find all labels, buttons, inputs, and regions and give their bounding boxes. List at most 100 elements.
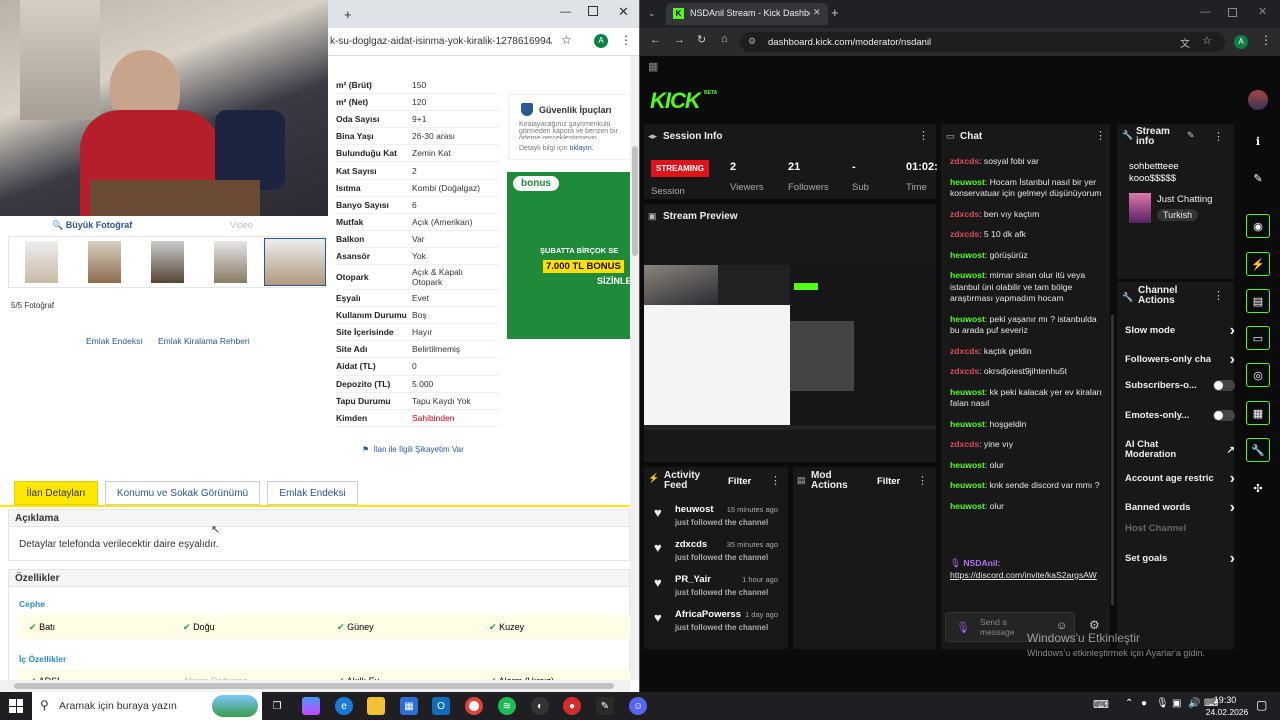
edge-icon[interactable]: e (335, 697, 353, 715)
maximize-icon[interactable] (588, 6, 598, 16)
copilot-icon[interactable] (302, 697, 320, 715)
close-icon[interactable]: ✕ (1258, 5, 1267, 18)
panel-menu-icon[interactable]: ⋮ (1095, 129, 1106, 142)
bolt-icon[interactable]: ⚡ (1246, 252, 1270, 276)
left-url-text[interactable]: k-su-doglgaz-aidat-isinma-yok-kiralik-12… (330, 36, 552, 47)
outlook-icon[interactable]: O (432, 697, 450, 715)
channel-action-row[interactable]: Banned words › (1125, 499, 1235, 517)
toggle-switch[interactable] (1213, 410, 1235, 421)
photo-thumbnail-selected[interactable] (264, 238, 326, 286)
mod-filter-button[interactable]: Filter (877, 476, 900, 487)
kick-logo[interactable]: KICK (650, 88, 701, 114)
file-explorer-icon[interactable] (367, 697, 385, 715)
chat-username[interactable]: zdxcds (950, 229, 979, 239)
menu-kebab-icon[interactable]: ⋮ (620, 33, 632, 47)
app-pen-icon[interactable]: ✎ (596, 697, 614, 715)
big-photo-link[interactable]: 🔍 Büyük Fotoğraf (52, 220, 132, 231)
taskbar-search-box[interactable]: ⚲ Aramak için buraya yazın (32, 692, 262, 720)
panel-menu-icon[interactable]: ⋮ (770, 474, 781, 487)
reload-icon[interactable]: ↻ (697, 33, 706, 46)
info-icon[interactable]: ℹ (1246, 129, 1270, 153)
bookmark-star-icon[interactable]: ☆ (561, 33, 572, 47)
channel-action-row[interactable]: Emotes-only... (1125, 410, 1235, 421)
bonus-ad-banner[interactable]: bonus ŞUBATTA BİRÇOK SE 7.000 TL BONUS S… (507, 172, 633, 339)
broadcast-icon[interactable]: ◎ (1246, 363, 1270, 387)
profile-avatar[interactable]: A (1234, 35, 1248, 49)
site-info-icon[interactable]: ⚙ (748, 36, 756, 47)
clock-time[interactable]: 19:30 (1212, 695, 1238, 705)
chat-username[interactable]: zdxcds (950, 439, 979, 449)
activity-username[interactable]: zdxcds (675, 539, 707, 550)
chat-username[interactable]: zdxcds (950, 156, 979, 166)
scrollbar-thumb[interactable] (632, 146, 638, 256)
layout-icon[interactable]: ▦ (1246, 401, 1270, 425)
mic-icon[interactable]: 🎙 (956, 621, 970, 634)
chat-username[interactable]: heuwost (950, 177, 985, 187)
mod-list-icon[interactable]: ▤ (1246, 289, 1270, 313)
horizontal-scrollbar[interactable] (0, 680, 630, 692)
channel-action-row[interactable]: Slow mode › (1125, 322, 1235, 340)
chat-settings-icon[interactable]: ⚙ (1089, 618, 1100, 632)
edit-icon[interactable]: ✎ (1187, 130, 1195, 141)
profile-avatar[interactable]: A (594, 34, 608, 48)
panel-menu-icon[interactable]: ⋮ (918, 129, 929, 142)
minimize-icon[interactable]: — (1200, 6, 1211, 18)
maximize-icon[interactable] (1228, 8, 1237, 17)
user-avatar[interactable] (1248, 90, 1268, 110)
windows-start-icon[interactable] (9, 699, 23, 713)
photo-thumbnail[interactable] (25, 241, 58, 283)
network-icon[interactable]: ▣ (1172, 698, 1181, 709)
activity-username[interactable]: PR_Yair (675, 574, 711, 585)
keyboard-icon[interactable]: ⌨ (1093, 698, 1109, 711)
channel-action-row[interactable]: AI Chat Moderation ↗ (1125, 440, 1235, 460)
video-link[interactable]: Video (230, 220, 253, 230)
panel-menu-icon[interactable]: ⋮ (1213, 289, 1224, 302)
bookmark-star-icon[interactable]: ☆ (1202, 34, 1212, 47)
activity-filter-button[interactable]: Filter (728, 476, 751, 487)
chevron-right-icon[interactable]: › (1230, 550, 1235, 568)
category-thumbnail[interactable] (1129, 193, 1151, 223)
tab-search-icon[interactable]: ⌄ (648, 8, 656, 19)
channel-action-row[interactable]: Account age restric › (1125, 470, 1235, 488)
apps-grid-icon[interactable]: ▦ (648, 60, 658, 73)
chat-username[interactable]: heuwost (950, 270, 985, 280)
category-name[interactable]: Just Chatting (1157, 194, 1212, 205)
active-tab[interactable]: K NSDAnil Stream - Kick Dashboa ✕ (666, 3, 828, 25)
home-icon[interactable]: ⌂ (721, 33, 728, 45)
tab-ilan-detaylari[interactable]: İlan Detayları (14, 481, 98, 505)
scrollbar-thumb[interactable] (14, 683, 614, 689)
chat-username[interactable]: zdxcds (950, 209, 979, 219)
toggle-switch[interactable] (1213, 380, 1235, 391)
discord-icon[interactable]: ☺ (629, 697, 647, 715)
chat-username[interactable]: zdxcds (950, 346, 979, 356)
photo-thumbnail[interactable] (151, 241, 184, 283)
tray-chevron-icon[interactable]: ⌃ (1125, 698, 1133, 709)
photo-thumbnail[interactable] (214, 241, 247, 283)
app-red-icon[interactable]: ● (563, 697, 581, 715)
stream-preview-video[interactable] (644, 265, 936, 430)
capture-icon[interactable]: ◉ (1246, 214, 1270, 238)
chat-username[interactable]: heuwost (950, 314, 985, 324)
panel-menu-icon[interactable]: ⋮ (1213, 130, 1224, 143)
spotify-icon[interactable]: ≋ (498, 697, 516, 715)
forward-icon[interactable]: → (674, 34, 685, 46)
back-icon[interactable]: ← (650, 34, 661, 46)
store-icon[interactable]: ▦ (400, 697, 418, 715)
chat-username[interactable]: heuwost (950, 250, 985, 260)
chat-username[interactable]: heuwost (950, 419, 985, 429)
chevron-right-icon[interactable]: › (1230, 351, 1235, 369)
external-link-icon[interactable]: ↗ (1227, 445, 1235, 456)
clock-date[interactable]: 24.02.2026 (1203, 707, 1251, 717)
tab-konum[interactable]: Konumu ve Sokak Görünümü (105, 481, 260, 505)
task-view-icon[interactable]: ❐ (268, 697, 286, 715)
chat-username[interactable]: heuwost (950, 480, 985, 490)
wrench-icon[interactable]: 🔧 (1246, 438, 1270, 462)
new-tab-icon[interactable]: + (831, 5, 839, 20)
discord-link[interactable]: https://discord.com/invite/kaS2argsAW (950, 570, 1102, 582)
apps-icon[interactable]: ✣ (1246, 476, 1270, 500)
chevron-right-icon[interactable]: › (1230, 470, 1235, 488)
complaint-link[interactable]: ⚑ İlan ile İlgili Şikayetim Var (362, 445, 464, 454)
vertical-scrollbar[interactable] (630, 56, 639, 680)
chat-username[interactable]: zdxcds (950, 366, 979, 376)
mic-icon[interactable]: 🎙 (1156, 698, 1169, 709)
